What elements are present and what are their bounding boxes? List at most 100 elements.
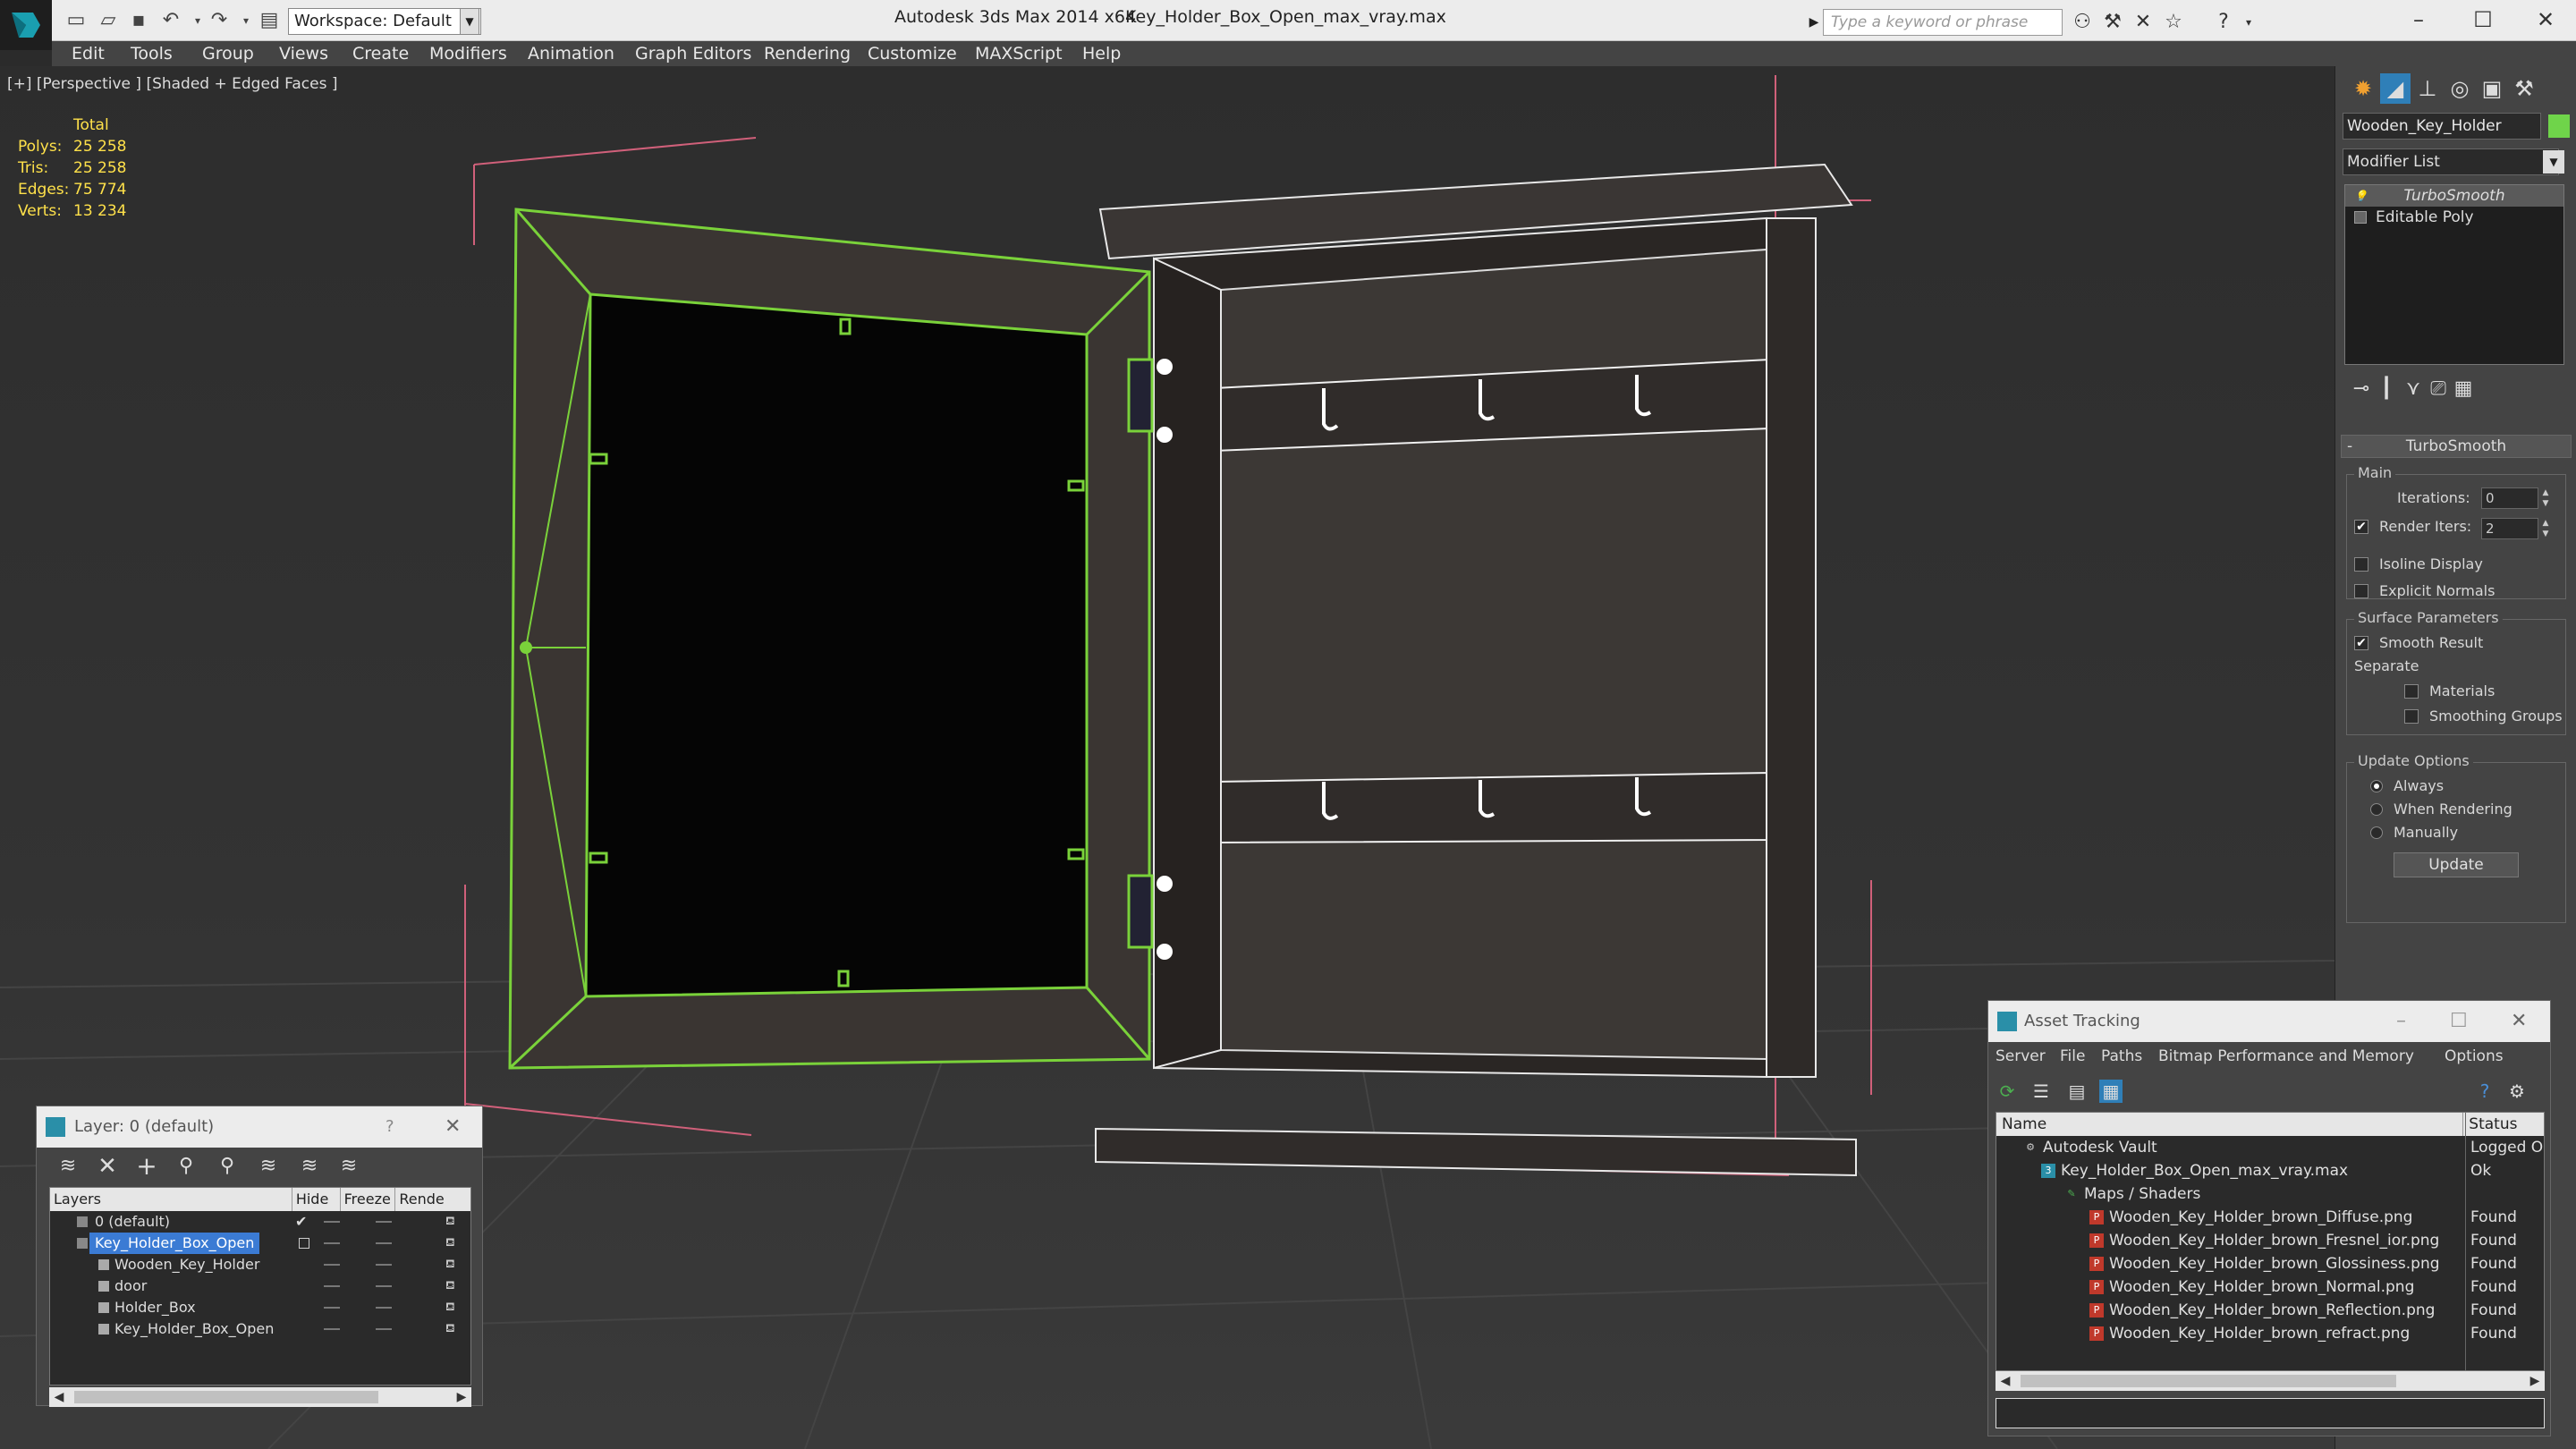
scrollbar-thumb[interactable] (74, 1391, 378, 1403)
search-input[interactable]: Type a keyword or phrase (1823, 9, 2063, 36)
hide-toggle[interactable] (324, 1307, 340, 1309)
undo-icon[interactable]: ↶ (159, 9, 182, 32)
scroll-left-icon[interactable]: ◀ (49, 1387, 69, 1407)
layer-row[interactable]: 0 (default) ✔ ⛾ (50, 1211, 470, 1233)
update-rendering-row[interactable]: When Rendering (2370, 801, 2512, 818)
minimize-button[interactable]: – (2401, 4, 2436, 36)
hide-toggle[interactable] (324, 1264, 340, 1266)
asset-row[interactable]: P Wooden_Key_Holder_brown_Reflection.png… (1996, 1299, 2544, 1322)
maximize-icon[interactable]: ☐ (2450, 1001, 2468, 1042)
asset-row[interactable]: P Wooden_Key_Holder_brown_Normal.png Fou… (1996, 1275, 2544, 1299)
expand-plus-icon[interactable] (2354, 211, 2367, 224)
asset-menu-options[interactable]: Options (2445, 1047, 2504, 1065)
search-expand-icon[interactable]: ▶ (1805, 9, 1823, 36)
asset-row[interactable]: ✎ Maps / Shaders (1996, 1182, 2544, 1206)
hide-all-layers-icon[interactable]: ≋ (257, 1155, 280, 1178)
layer-properties-icon[interactable]: ≋ (337, 1155, 360, 1178)
binoculars-icon[interactable]: ⚇ (2070, 10, 2095, 35)
hide-toggle[interactable] (324, 1242, 340, 1244)
refresh-icon[interactable]: ⟳ (1996, 1080, 2019, 1103)
maximize-button[interactable]: ☐ (2465, 4, 2501, 36)
menu-edit[interactable]: Edit (72, 44, 105, 64)
stack-item-editable-poly[interactable]: Editable Poly (2345, 207, 2563, 228)
close-icon[interactable]: ✕ (2511, 1001, 2527, 1042)
scrollbar-thumb[interactable] (2021, 1375, 2396, 1387)
column-header-freeze[interactable]: Freeze (341, 1188, 396, 1211)
layer-row[interactable]: Key_Holder_Box_Open ⛾ (50, 1233, 470, 1254)
modifier-list-dropdown[interactable]: Modifier List (2343, 148, 2559, 175)
display-tab-icon[interactable]: ▣ (2477, 73, 2507, 104)
update-always-radio[interactable] (2370, 779, 2383, 792)
configure-modifier-sets-icon[interactable]: ▦ (2448, 374, 2479, 404)
column-header-hide[interactable]: Hide (292, 1188, 341, 1211)
render-teapot-icon[interactable]: ⛾ (445, 1301, 462, 1315)
explicit-normals-row[interactable]: Explicit Normals (2354, 582, 2495, 599)
update-button[interactable]: Update (2394, 852, 2519, 877)
layer-name[interactable]: 0 (default) (95, 1211, 170, 1233)
close-window-button[interactable]: ✕ (2528, 4, 2563, 36)
column-header-layers[interactable]: Layers (50, 1188, 292, 1211)
render-teapot-icon[interactable]: ⛾ (445, 1236, 462, 1250)
smoothing-groups-checkbox[interactable] (2404, 708, 2419, 724)
asset-row[interactable]: P Wooden_Key_Holder_brown_Diffuse.png Fo… (1996, 1206, 2544, 1229)
layer-row[interactable]: door ⛾ (50, 1275, 470, 1297)
redo-dropdown-icon[interactable]: ▾ (234, 9, 258, 32)
hierarchy-tab-icon[interactable]: ⊥ (2412, 73, 2443, 104)
menu-animation[interactable]: Animation (528, 44, 614, 64)
subscription-icon[interactable]: ⚒ (2100, 10, 2125, 35)
settings-icon[interactable]: ⚙ (2505, 1080, 2529, 1103)
render-teapot-icon[interactable]: ⛾ (445, 1279, 462, 1293)
asset-tracking-titlebar[interactable]: Asset Tracking – ☐ ✕ (1988, 1001, 2550, 1042)
materials-row[interactable]: Materials (2404, 682, 2495, 699)
current-layer-checkmark-icon[interactable]: ✔ (295, 1211, 307, 1233)
utilities-tab-icon[interactable]: ⚒ (2509, 73, 2539, 104)
set-current-layer-box[interactable] (299, 1238, 309, 1249)
highlight-layer-icon[interactable]: ⚲ (216, 1155, 239, 1178)
help-icon[interactable]: ? (2211, 10, 2236, 35)
isoline-row[interactable]: Isoline Display (2354, 555, 2483, 572)
menu-group[interactable]: Group (202, 44, 254, 64)
create-tab-icon[interactable]: ✹ (2348, 73, 2378, 104)
layer-horizontal-scrollbar[interactable]: ◀ ▶ (49, 1387, 471, 1407)
freeze-toggle[interactable] (376, 1242, 392, 1244)
object-color-swatch[interactable] (2548, 114, 2570, 138)
render-teapot-icon[interactable]: ⛾ (445, 1215, 462, 1229)
menu-customize[interactable]: Customize (868, 44, 957, 64)
hide-toggle[interactable] (324, 1328, 340, 1330)
materials-checkbox[interactable] (2404, 683, 2419, 699)
hide-toggle[interactable] (324, 1221, 340, 1223)
iterations-spinner[interactable]: 0 (2481, 487, 2538, 509)
layer-row[interactable]: Wooden_Key_Holder ⛾ (50, 1254, 470, 1275)
viewport-label[interactable]: [+] [Perspective ] [Shaded + Edged Faces… (7, 75, 337, 93)
layer-row[interactable]: Holder_Box ⛾ (50, 1297, 470, 1318)
select-objects-icon[interactable]: ⚲ (174, 1155, 198, 1178)
show-end-result-icon[interactable]: ┃ (2371, 374, 2402, 404)
help-button[interactable]: ? (386, 1106, 394, 1148)
motion-tab-icon[interactable]: ◎ (2445, 73, 2475, 104)
save-file-icon[interactable]: ▪ (127, 9, 150, 32)
explicit-normals-checkbox[interactable] (2354, 583, 2368, 598)
quick-access-dropdown-icon[interactable]: ▼ (460, 8, 479, 35)
update-manually-row[interactable]: Manually (2370, 824, 2458, 841)
scroll-right-icon[interactable]: ▶ (2525, 1371, 2545, 1391)
hide-toggle[interactable] (324, 1285, 340, 1287)
list-view-icon[interactable]: ☰ (2029, 1080, 2053, 1103)
column-header-render[interactable]: Rende (395, 1188, 470, 1211)
render-iters-checkbox[interactable]: ✔ (2354, 519, 2368, 534)
freeze-all-layers-icon[interactable]: ≋ (298, 1155, 321, 1178)
smooth-result-checkbox[interactable]: ✔ (2354, 635, 2368, 650)
lightbulb-icon[interactable]: 💡 (2354, 190, 2368, 202)
asset-menu-server[interactable]: Server (1996, 1047, 2046, 1065)
layer-row[interactable]: Key_Holder_Box_Open ⛾ (50, 1318, 470, 1340)
stack-item-turbosmooth[interactable]: 💡 TurboSmooth (2345, 185, 2563, 207)
freeze-toggle[interactable] (376, 1328, 392, 1330)
communication-center-icon[interactable]: ✕ (2131, 10, 2156, 35)
modify-tab-icon[interactable]: ◢ (2380, 73, 2411, 104)
object-name[interactable]: door (114, 1275, 147, 1297)
menu-tools[interactable]: Tools (131, 44, 173, 64)
freeze-toggle[interactable] (376, 1307, 392, 1309)
close-icon[interactable]: ✕ (445, 1106, 461, 1148)
freeze-toggle[interactable] (376, 1264, 392, 1266)
object-name[interactable]: Wooden_Key_Holder (114, 1254, 259, 1275)
update-rendering-radio[interactable] (2370, 802, 2383, 816)
